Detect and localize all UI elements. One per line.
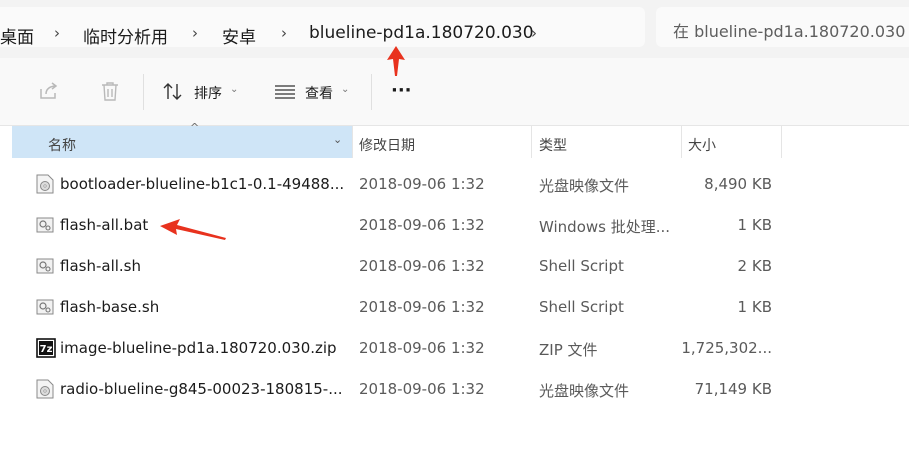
column-header-type[interactable]: 类型 bbox=[539, 135, 567, 155]
file-name[interactable]: flash-base.sh bbox=[60, 298, 159, 316]
breadcrumb-item-current-folder[interactable]: blueline-pd1a.180720.030 bbox=[309, 23, 534, 43]
file-row[interactable]: radio-blueline-g845-00023-180815-... 201… bbox=[0, 369, 909, 410]
file-type: ZIP 文件 bbox=[539, 341, 598, 359]
breadcrumb-item-analysis[interactable]: 临时分析用 bbox=[83, 23, 168, 48]
script-file-icon bbox=[36, 297, 54, 317]
annotation-arrow-left bbox=[160, 219, 226, 240]
sort-icon[interactable] bbox=[162, 82, 184, 106]
file-name[interactable]: flash-all.sh bbox=[60, 257, 141, 275]
chevron-right-icon[interactable]: › bbox=[54, 24, 60, 42]
file-date: 2018-09-06 1:32 bbox=[359, 216, 485, 234]
column-header-name[interactable]: 名称 bbox=[48, 135, 76, 155]
breadcrumb[interactable]: 桌面 › 临时分析用 › 安卓 › blueline-pd1a.180720.0… bbox=[0, 7, 645, 48]
file-size: 1,725,302... bbox=[681, 339, 772, 357]
disc-image-icon bbox=[36, 174, 54, 194]
file-type: Shell Script bbox=[539, 257, 624, 275]
sort-ascending-icon: ^ bbox=[190, 121, 200, 134]
file-row[interactable]: flash-all.sh 2018-09-06 1:32 Shell Scrip… bbox=[0, 246, 909, 287]
chevron-down-icon[interactable]: ⌄ bbox=[341, 84, 349, 95]
chevron-down-icon[interactable]: ⌄ bbox=[230, 84, 238, 95]
column-divider[interactable] bbox=[681, 126, 682, 158]
share-icon[interactable] bbox=[38, 80, 60, 106]
file-type: 光盘映像文件 bbox=[539, 382, 630, 400]
breadcrumb-item-desktop[interactable]: 桌面 bbox=[0, 23, 34, 48]
file-name[interactable]: flash-all.bat bbox=[60, 216, 148, 234]
file-type: Shell Script bbox=[539, 298, 624, 316]
breadcrumb-item-android[interactable]: 安卓 bbox=[222, 23, 256, 48]
column-header-date[interactable]: 修改日期 bbox=[359, 135, 415, 155]
divider bbox=[371, 74, 372, 110]
search-box[interactable]: 在 blueline-pd1a.180720.030 中 bbox=[656, 7, 909, 47]
file-row[interactable]: flash-all.bat 2018-09-06 1:32 Windows 批处… bbox=[0, 205, 909, 246]
chevron-right-icon[interactable]: › bbox=[192, 24, 198, 42]
chevron-down-icon[interactable]: ⌄ bbox=[333, 133, 342, 146]
file-size: 8,490 KB bbox=[704, 175, 772, 193]
file-size: 71,149 KB bbox=[694, 380, 772, 398]
chevron-right-icon[interactable]: › bbox=[281, 24, 287, 42]
disc-image-icon bbox=[36, 379, 54, 399]
file-size: 1 KB bbox=[737, 216, 772, 234]
command-bar bbox=[0, 58, 909, 126]
more-options-button[interactable]: ··· bbox=[391, 80, 412, 101]
batch-file-icon bbox=[36, 215, 54, 235]
view-button[interactable]: 查看 bbox=[305, 83, 333, 103]
column-divider[interactable] bbox=[531, 126, 532, 158]
divider bbox=[143, 74, 144, 110]
column-divider[interactable] bbox=[781, 126, 782, 158]
column-divider[interactable] bbox=[352, 126, 353, 158]
file-row[interactable]: flash-base.sh 2018-09-06 1:32 Shell Scri… bbox=[0, 287, 909, 328]
search-input[interactable]: 在 blueline-pd1a.180720.030 中 bbox=[673, 18, 909, 42]
annotation-arrow-up bbox=[387, 46, 405, 76]
view-icon[interactable] bbox=[274, 84, 296, 104]
file-date: 2018-09-06 1:32 bbox=[359, 257, 485, 275]
file-name[interactable]: bootloader-blueline-b1c1-0.1-49488... bbox=[60, 175, 344, 193]
file-row[interactable]: bootloader-blueline-b1c1-0.1-49488... 20… bbox=[0, 164, 909, 205]
delete-icon[interactable] bbox=[99, 80, 121, 106]
file-size: 2 KB bbox=[737, 257, 772, 275]
file-type: 光盘映像文件 bbox=[539, 177, 630, 195]
file-date: 2018-09-06 1:32 bbox=[359, 380, 485, 398]
file-date: 2018-09-06 1:32 bbox=[359, 298, 485, 316]
file-name[interactable]: radio-blueline-g845-00023-180815-... bbox=[60, 380, 343, 398]
file-date: 2018-09-06 1:32 bbox=[359, 339, 485, 357]
file-row[interactable]: 7z image-blueline-pd1a.180720.030.zip 20… bbox=[0, 328, 909, 369]
sort-button[interactable]: 排序 bbox=[194, 83, 222, 103]
file-date: 2018-09-06 1:32 bbox=[359, 175, 485, 193]
script-file-icon bbox=[36, 256, 54, 276]
column-header-size[interactable]: 大小 bbox=[688, 135, 716, 155]
svg-text:7z: 7z bbox=[40, 344, 53, 355]
chevron-right-icon[interactable]: › bbox=[531, 24, 537, 42]
file-type: Windows 批处理... bbox=[539, 218, 671, 236]
file-size: 1 KB bbox=[737, 298, 772, 316]
zip-7z-icon: 7z bbox=[36, 338, 56, 358]
file-name[interactable]: image-blueline-pd1a.180720.030.zip bbox=[60, 339, 337, 357]
